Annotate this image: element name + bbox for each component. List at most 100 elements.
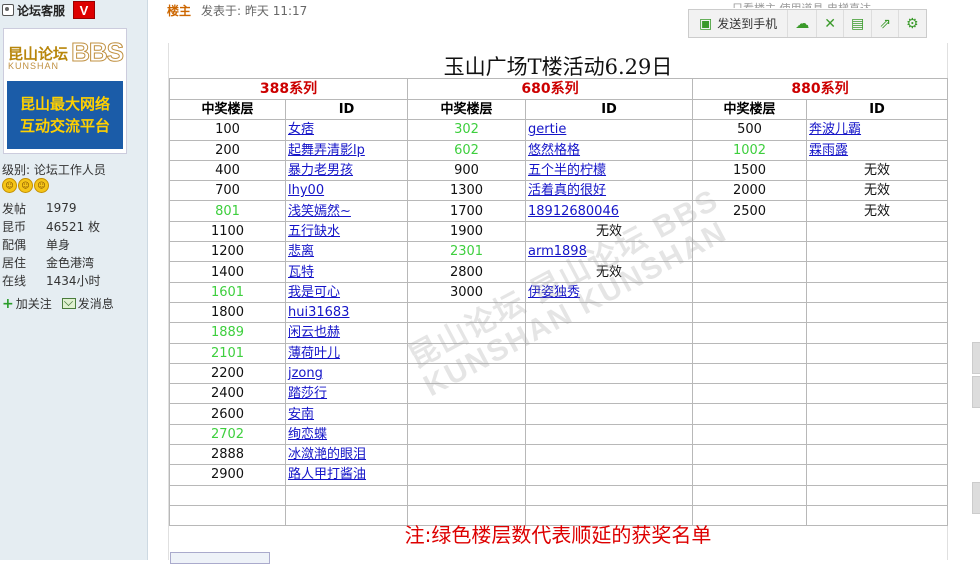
stat-row: 居住 金色港湾 [2, 253, 101, 271]
footnote: 注:绿色楼层数代表顺延的获奖名单 [404, 523, 712, 547]
winner-id-link[interactable]: 五行缺水 [287, 224, 340, 239]
table-row: 801 浅笑嫣然~ 1700 18912680046 2500 无效 [169, 200, 949, 222]
floor-cell [407, 484, 527, 506]
winner-id-link[interactable]: 活着真的很好 [527, 183, 606, 198]
stat-value: 46521 枚 [46, 219, 100, 234]
avatar-logo-bbs: BBS [71, 37, 125, 68]
floor-cell: 400 [169, 159, 286, 182]
save-icon: ▤ [850, 15, 865, 32]
winner-id-cell: arm1898 [525, 241, 694, 263]
stat-value: 1979 [46, 201, 77, 215]
winner-id-link[interactable]: lhy00 [287, 183, 324, 198]
send-to-phone-button[interactable]: ▣ 发送到手机 [689, 10, 789, 37]
floor-cell: 1100 [169, 220, 286, 243]
winner-id-cell: 瓦特 [284, 261, 409, 283]
avatar[interactable]: 昆山论坛 KUNSHAN BBS 昆山最大网络 互动交流平台 [3, 28, 127, 154]
winner-id-link[interactable]: 瓦特 [287, 265, 314, 280]
table-row: 2888 冰潋滟的眼泪 [169, 444, 949, 466]
winner-id-link[interactable]: 悲离 [287, 244, 314, 259]
floor-cell: 700 [169, 180, 286, 202]
follow-button[interactable]: + 加关注 [2, 295, 52, 312]
table-row: 1601 我是可心 3000 伊姿独秀 [169, 281, 949, 303]
winner-id-link[interactable]: 路人甲打酱油 [287, 467, 366, 482]
winner-id-link[interactable]: 绚恋蝶 [287, 427, 327, 442]
bottom-widget[interactable] [170, 552, 270, 564]
fullscreen-button[interactable]: ✕ [817, 10, 844, 37]
cloud-icon: ☁ [795, 15, 810, 32]
stat-row: 配偶 单身 [2, 235, 101, 253]
floor-cell: 1601 [169, 281, 286, 303]
winner-id-link[interactable]: jzong [287, 366, 323, 381]
right-side-tab[interactable] [972, 342, 980, 374]
floor-cell [407, 383, 527, 405]
winner-id-link[interactable]: 18912680046 [527, 204, 619, 219]
floor-cell [692, 301, 808, 324]
winner-id-link[interactable]: 霖雨露 [808, 143, 848, 158]
floor-cell: 2200 [169, 362, 286, 385]
stat-key: 发帖 [2, 201, 27, 216]
gear-icon: ⚙ [905, 15, 919, 32]
winner-id-cell: 霖雨露 [806, 139, 949, 161]
winner-id-cell: 起舞弄清影lp [284, 139, 409, 161]
winner-id-link[interactable]: arm1898 [527, 244, 587, 259]
message-button[interactable]: 发消息 [61, 295, 114, 312]
table-row: 100 女痞 302 gertie 500 奔波儿霸 [169, 119, 949, 141]
winner-id-link[interactable]: gertie [527, 122, 566, 137]
winner-id-link[interactable]: 起舞弄清影lp [287, 143, 365, 158]
winner-id-cell: 女痞 [284, 119, 409, 141]
share-button[interactable]: ⇗ [872, 10, 899, 37]
empty-cell [525, 423, 694, 446]
settings-button[interactable]: ⚙ [899, 10, 926, 37]
cloud-button[interactable]: ☁ [788, 10, 818, 37]
empty-cell [806, 362, 949, 385]
winners-table-body: 388系列 680系列 880系列 中奖楼层 ID 中奖楼层 ID 中奖楼层 I… [168, 78, 949, 527]
invalid-cell: 无效 [806, 159, 949, 182]
empty-cell [806, 484, 949, 506]
floor-cell: 500 [692, 119, 808, 141]
floor-cell [692, 241, 808, 263]
winner-id-link[interactable]: 闲云也赫 [287, 325, 340, 340]
winner-id-link[interactable]: 浅笑嫣然~ [287, 204, 351, 219]
winner-id-link[interactable]: 悠然格格 [527, 143, 580, 158]
winner-id-link[interactable]: 踏莎行 [287, 386, 327, 401]
expand-icon: ✕ [824, 15, 836, 32]
table-row: 2101 薄荷叶儿 [169, 342, 949, 364]
right-side-tab[interactable] [972, 482, 980, 514]
winner-id-link[interactable]: 安南 [287, 407, 314, 422]
winner-id-link[interactable]: hui31683 [287, 305, 349, 320]
winner-id-cell: 薄荷叶儿 [284, 342, 409, 364]
floor-cell [692, 484, 808, 506]
author-name[interactable]: 论坛客服 [17, 2, 65, 19]
winner-id-cell: 五个半的柠檬 [525, 159, 694, 182]
series-680: 680系列 [407, 78, 694, 100]
plus-icon: + [2, 295, 14, 312]
floor-cell: 602 [407, 139, 527, 161]
post-tools-text[interactable]: 只看楼主 使用道具 电梯直达 [732, 0, 871, 8]
floor-cell [692, 322, 808, 344]
winner-id-link[interactable]: 五个半的柠檬 [527, 163, 606, 178]
winner-id-link[interactable]: 奔波儿霸 [808, 122, 861, 137]
phone-icon: ▣ [699, 15, 713, 32]
empty-cell [525, 383, 694, 405]
floor-cell [692, 220, 808, 243]
right-side-tab[interactable] [972, 376, 980, 408]
save-button[interactable]: ▤ [844, 10, 873, 37]
winner-id-link[interactable]: 女痞 [287, 122, 314, 137]
winner-id-cell: 五行缺水 [284, 220, 409, 243]
empty-cell [806, 444, 949, 466]
floor-cell: 1500 [692, 159, 808, 182]
series-388: 388系列 [168, 78, 409, 100]
winner-id-link[interactable]: 冰潋滟的眼泪 [287, 447, 366, 462]
winner-id-link[interactable]: 薄荷叶儿 [287, 346, 340, 361]
follow-label: 加关注 [15, 297, 52, 311]
winner-id-link[interactable]: 暴力老男孩 [287, 163, 353, 178]
winner-id-link[interactable]: 我是可心 [287, 285, 340, 300]
winner-id-cell: 绚恋蝶 [284, 423, 409, 446]
floor-cell [407, 322, 527, 344]
winner-id-cell: 踏莎行 [284, 383, 409, 405]
floor-cell [692, 261, 808, 283]
winner-id-link[interactable]: 伊姿独秀 [527, 285, 580, 300]
table-row: 2900 路人甲打酱油 [169, 464, 949, 486]
floor-cell: 2888 [169, 444, 286, 466]
col-floor-header: 中奖楼层 [692, 98, 808, 121]
